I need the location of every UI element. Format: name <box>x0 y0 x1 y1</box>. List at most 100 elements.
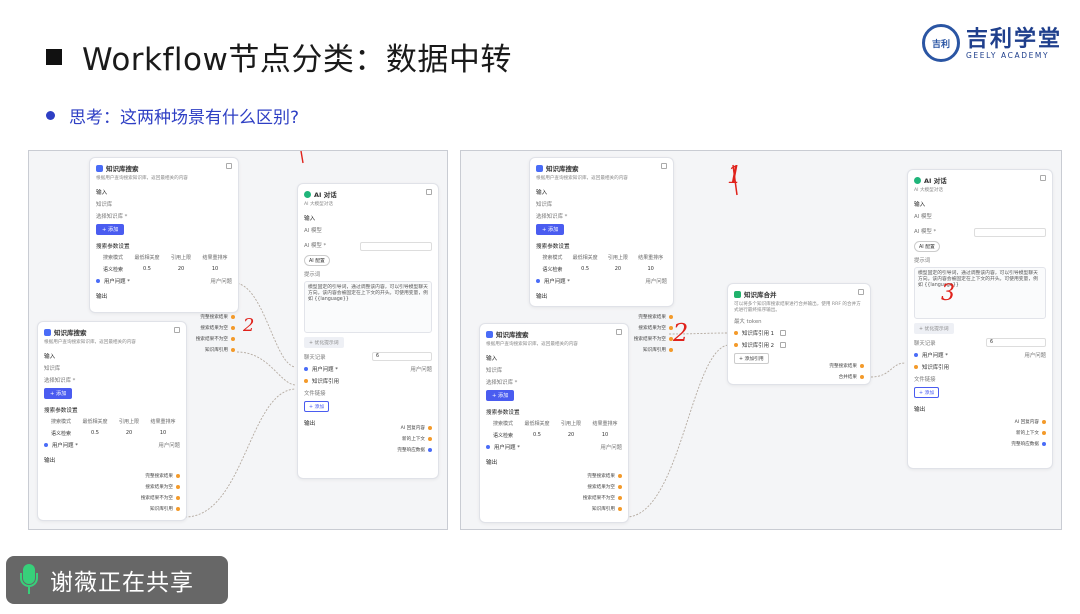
output-port[interactable] <box>1042 430 1046 435</box>
node-menu-icon[interactable] <box>226 163 232 169</box>
kb-icon <box>536 164 543 172</box>
node-menu-icon[interactable] <box>174 327 180 333</box>
connector-line <box>184 388 296 518</box>
title-bullet-square <box>46 48 62 65</box>
output-port[interactable] <box>231 336 235 341</box>
workflow-canvas-right[interactable]: 知识库搜索 根据用户查询搜索知识库，返回最相关的内容 输入 知识库 选择知识库 … <box>460 150 1062 530</box>
screen-sharing-indicator: 谢薇正在共享 <box>6 556 228 604</box>
output-port[interactable] <box>669 325 673 330</box>
slide-title: Workflow节点分类：数据中转 <box>46 34 512 79</box>
output-port[interactable] <box>231 325 235 330</box>
connector-line <box>870 362 906 378</box>
connector-line <box>625 344 730 518</box>
add-kb-button[interactable]: + 添加 <box>96 224 125 235</box>
model-select[interactable] <box>974 228 1046 237</box>
input-port[interactable] <box>734 331 738 335</box>
model-select[interactable] <box>360 242 432 251</box>
kb-icon <box>486 330 493 338</box>
output-port[interactable] <box>618 506 622 511</box>
optimize-prompt-button[interactable]: + 优化提示词 <box>304 337 344 348</box>
search-params-table: 搜索模式 最低相关度 引用上限 结果重排序 语义检索 0.5 20 10 <box>542 255 664 273</box>
add-file-button[interactable]: + 添加 <box>304 401 330 412</box>
question-text: 思考：这两种场景有什么区别? <box>69 108 300 128</box>
question-bullet: 思考：这两种场景有什么区别? <box>46 103 299 128</box>
output-port[interactable] <box>176 495 180 500</box>
add-file-button[interactable]: + 添加 <box>914 387 940 398</box>
merge-icon <box>734 290 741 298</box>
connector-line <box>233 282 296 368</box>
history-input[interactable]: 6 <box>986 338 1046 347</box>
ai-config-button[interactable]: AI 配置 <box>914 241 940 252</box>
logo-english-name: GEELY ACADEMY <box>966 50 1050 60</box>
delete-ref-icon[interactable] <box>780 330 787 336</box>
annotation-stroke <box>300 151 304 164</box>
output-port[interactable] <box>176 484 180 489</box>
ai-icon <box>914 176 921 184</box>
geely-academy-logo: 吉利 吉利学堂 GEELY ACADEMY <box>922 24 1062 62</box>
kb-icon <box>96 164 103 172</box>
kb-search-node-top[interactable]: 知识库搜索 根据用户查询搜索知识库，返回最相关的内容 输入 知识库 选择知识库 … <box>89 157 239 313</box>
ai-chat-node[interactable]: AI 对话 AI 大模型对话 输入 AI 模型 AI 模型 * AI 配置 提示… <box>297 183 439 479</box>
prompt-textarea[interactable]: 模型固定的引导词，通过调整该内容，可以引导模型聊天方向。该内容会被固定在上下文的… <box>914 267 1046 319</box>
connector-line <box>236 351 296 386</box>
output-port[interactable] <box>669 336 673 341</box>
annotation-number: 1 <box>727 161 743 189</box>
kb-search-node-top[interactable]: 知识库搜索 根据用户查询搜索知识库，返回最相关的内容 输入 知识库 选择知识库 … <box>529 157 674 307</box>
prompt-textarea[interactable]: 模型固定的引导词，通过调整该内容，可以引导模型聊天方向。该内容会被固定在上下文的… <box>304 281 432 333</box>
node-menu-icon[interactable] <box>616 329 622 335</box>
delete-ref-icon[interactable] <box>780 342 787 348</box>
add-kb-button[interactable]: + 添加 <box>536 224 565 235</box>
search-params-table: 搜索模式 最低相关度 引用上限 结果重排序 语义检索 0.5 20 10 <box>492 421 618 439</box>
output-port[interactable] <box>176 506 180 511</box>
output-port[interactable] <box>618 473 622 478</box>
search-params-table: 搜索模式 最低相关度 引用上限 结果重排序 语义检索 0.5 20 10 <box>102 255 228 273</box>
merge-outputs: 完整搜索结果 合并结果 <box>829 360 864 382</box>
output-port[interactable] <box>860 363 864 368</box>
node-menu-icon[interactable] <box>426 189 432 195</box>
logo-chinese-name: 吉利学堂 <box>966 25 1063 52</box>
node-menu-icon[interactable] <box>1040 175 1046 181</box>
kb-icon <box>44 328 51 336</box>
microphone-icon <box>18 564 40 596</box>
ai-outputs: AI 回复内容 新的上下文 完整响应数据 <box>1011 416 1046 449</box>
add-kb-button[interactable]: + 添加 <box>486 390 515 401</box>
output-port[interactable] <box>176 473 180 478</box>
logo-seal: 吉利 <box>922 24 960 62</box>
annotation-stroke <box>732 164 738 196</box>
optimize-prompt-button[interactable]: + 优化提示词 <box>914 323 954 334</box>
output-port[interactable] <box>1042 419 1046 424</box>
workflow-canvas-left[interactable]: 知识库搜索 根据用户查询搜索知识库，返回最相关的内容 输入 知识库 选择知识库 … <box>28 150 448 530</box>
ai-chat-node[interactable]: AI 对话 AI 大模型对话 输入 AI 模型 AI 模型 * AI 配置 提示… <box>907 169 1053 469</box>
connector-line <box>668 332 730 335</box>
output-port[interactable] <box>231 347 235 352</box>
output-port[interactable] <box>428 447 432 452</box>
output-port[interactable] <box>618 495 622 500</box>
ai-config-button[interactable]: AI 配置 <box>304 255 330 266</box>
search-params-table: 搜索模式 最低相关度 引用上限 结果重排序 语义检索 0.5 20 10 <box>50 419 176 437</box>
title-text: Workflow节点分类：数据中转 <box>82 42 512 78</box>
bullet-dot <box>46 111 55 120</box>
kb-search-node-bottom[interactable]: 知识库搜索 根据用户查询搜索知识库，返回最相关的内容 输入 知识库 选择知识库 … <box>37 321 187 521</box>
kb-search-node-bottom[interactable]: 知识库搜索 根据用户查询搜索知识库，返回最相关的内容 输入 知识库 选择知识库 … <box>479 323 629 523</box>
node-menu-icon[interactable] <box>661 163 667 169</box>
output-port[interactable] <box>231 314 235 319</box>
kb-merge-node[interactable]: 知识库合并 可以将多个知识库搜索结果进行合并输出，使用 RRF 的合并方式进行最… <box>727 283 871 385</box>
output-port[interactable] <box>669 314 673 319</box>
node-menu-icon[interactable] <box>858 289 864 295</box>
output-port[interactable] <box>428 436 432 441</box>
output-port[interactable] <box>1042 441 1046 446</box>
kb-bottom-outputs: 完整搜索结果 搜索结果为空 搜索结果不为空 知识库引用 <box>583 470 622 514</box>
annotation-number: 2 <box>243 315 255 336</box>
add-ref-button[interactable]: + 添加引用 <box>734 353 769 364</box>
ai-icon <box>304 190 311 198</box>
history-input[interactable]: 6 <box>372 352 432 361</box>
ai-outputs: AI 回复内容 新的上下文 完整响应数据 <box>397 422 432 455</box>
sharing-text: 谢薇正在共享 <box>50 570 194 596</box>
input-port[interactable] <box>734 343 738 347</box>
annotation-number: 2 <box>673 319 689 347</box>
output-port[interactable] <box>860 374 864 379</box>
add-kb-button[interactable]: + 添加 <box>44 388 73 399</box>
output-port[interactable] <box>618 484 622 489</box>
output-port[interactable] <box>428 425 432 430</box>
output-port[interactable] <box>669 347 673 352</box>
